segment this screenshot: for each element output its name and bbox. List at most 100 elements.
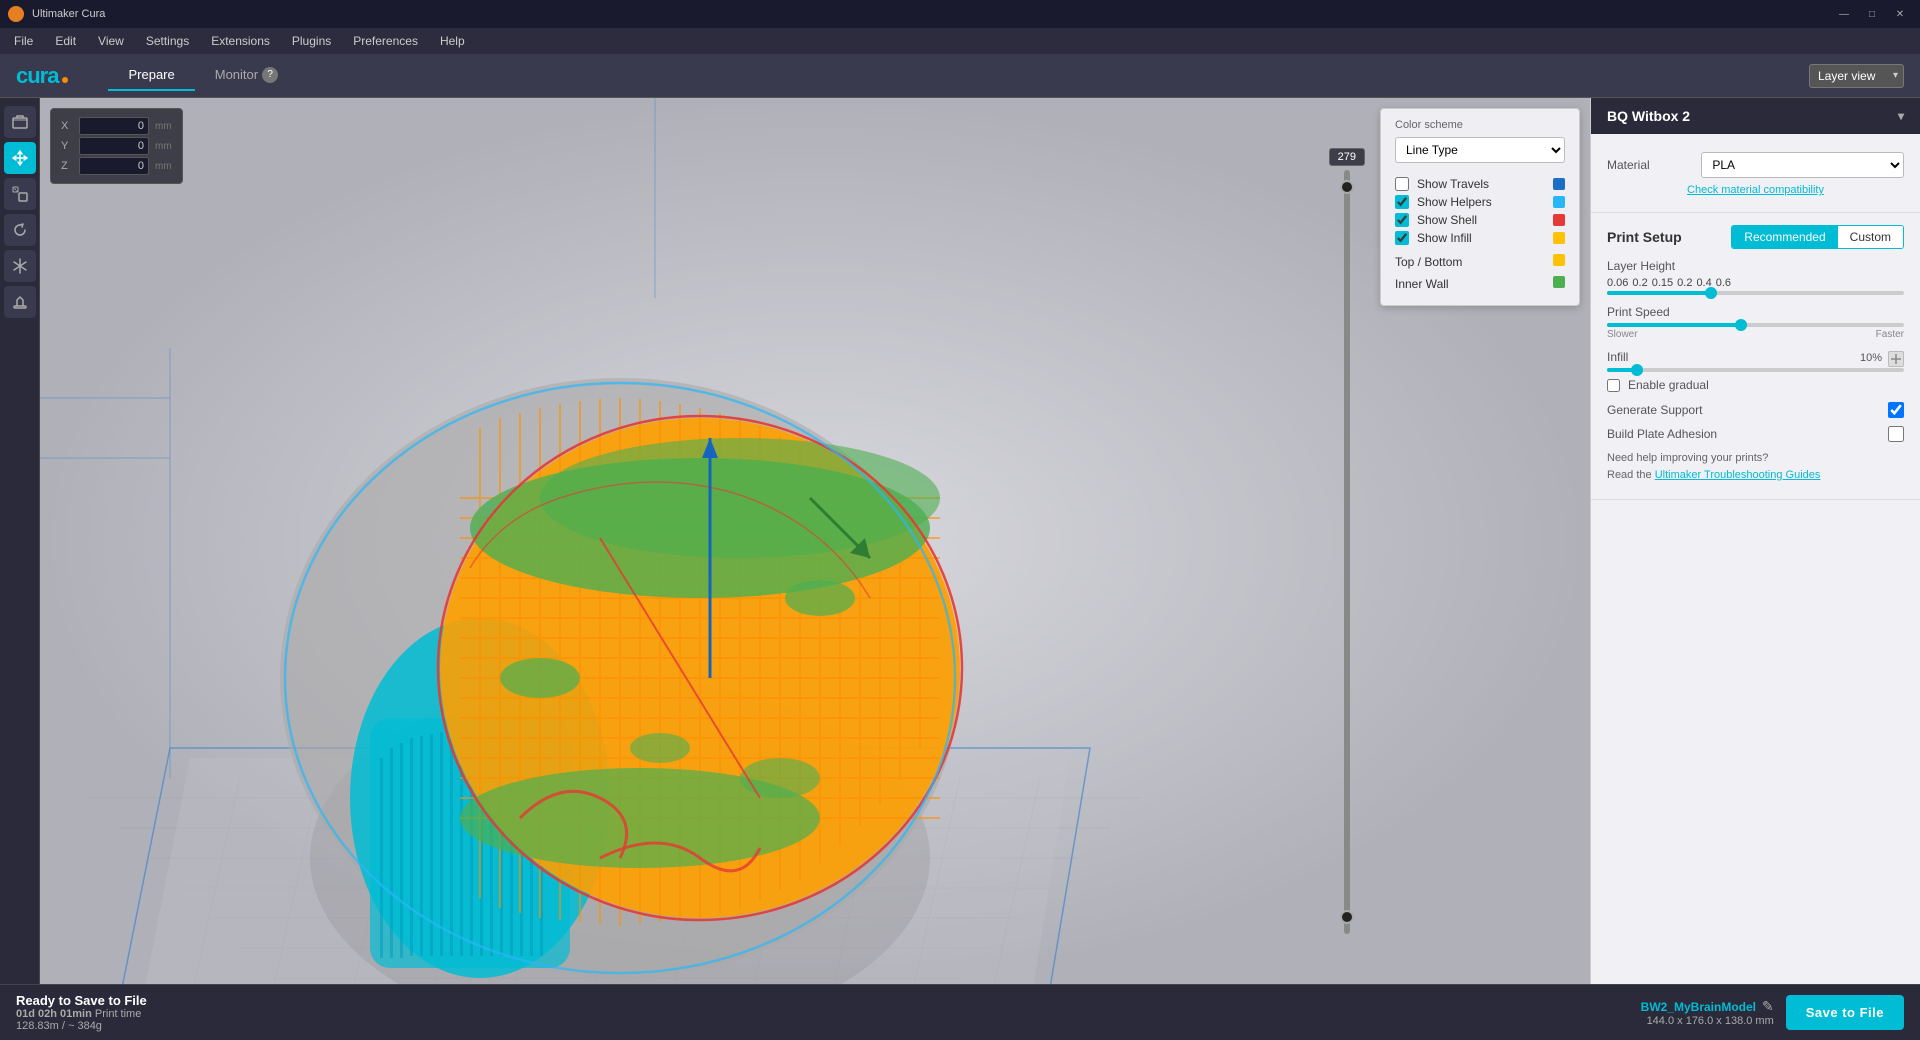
infill-expand[interactable]: [1888, 351, 1904, 367]
menu-file[interactable]: File: [4, 32, 43, 50]
help-link[interactable]: Ultimaker Troubleshooting Guides: [1655, 469, 1821, 481]
layer-height-label: Layer Height: [1607, 259, 1904, 273]
top-bottom-color-dot: [1553, 254, 1565, 266]
left-sidebar: [0, 98, 40, 984]
view-selector-wrapper: Layer view Solid view X-Ray view Wirefra…: [1809, 64, 1904, 88]
help-text: Need help improving your prints?: [1607, 452, 1768, 464]
help-link-prefix: Read the: [1607, 469, 1655, 481]
menu-view[interactable]: View: [88, 32, 134, 50]
infill-setting: Infill 10%: [1607, 350, 1904, 392]
app-icon: [8, 6, 24, 22]
close-button[interactable]: ✕: [1888, 4, 1912, 24]
printer-chevron[interactable]: ▾: [1898, 109, 1904, 123]
menu-plugins[interactable]: Plugins: [282, 32, 341, 50]
tab-recommended[interactable]: Recommended: [1732, 226, 1837, 248]
travels-color-dot: [1553, 178, 1565, 190]
color-scheme-panel: Color scheme Line Type Layer Thickness S…: [1380, 108, 1580, 306]
scale-button[interactable]: [4, 178, 36, 210]
move-button[interactable]: [4, 142, 36, 174]
x-input[interactable]: [79, 117, 149, 135]
enable-gradual-checkbox[interactable]: [1607, 379, 1620, 392]
edit-model-icon[interactable]: ✎: [1762, 998, 1774, 1015]
tab-area: Prepare Monitor ?: [108, 61, 298, 91]
show-helpers-checkbox[interactable]: [1395, 195, 1409, 209]
speed-slower-label: Slower: [1607, 329, 1638, 340]
show-shell-checkbox[interactable]: [1395, 213, 1409, 227]
show-travels-checkbox[interactable]: [1395, 177, 1409, 191]
print-setup-section: Print Setup Recommended Custom Layer Hei…: [1591, 213, 1920, 500]
window-controls: — □ ✕: [1832, 4, 1912, 24]
color-scheme-select[interactable]: Line Type Layer Thickness Speed: [1395, 137, 1565, 163]
bottom-right: BW2_MyBrainModel ✎ 144.0 x 176.0 x 138.0…: [1641, 995, 1904, 1030]
compat-link[interactable]: Check material compatibility: [1607, 184, 1904, 196]
view-select[interactable]: Layer view Solid view X-Ray view Wirefra…: [1809, 64, 1904, 88]
app: cura Prepare Monitor ? Layer view Solid …: [0, 54, 1920, 1040]
setup-tabs: Recommended Custom: [1731, 225, 1904, 249]
infill-color-dot: [1553, 232, 1565, 244]
generate-support-row: Generate Support: [1607, 402, 1904, 418]
logo-dot: [62, 77, 68, 83]
menu-preferences[interactable]: Preferences: [343, 32, 428, 50]
layer-number: 279: [1329, 148, 1365, 166]
menu-edit[interactable]: Edit: [45, 32, 86, 50]
layer-slider-track[interactable]: [1344, 170, 1350, 934]
menubar: File Edit View Settings Extensions Plugi…: [0, 28, 1920, 54]
y-unit: mm: [155, 141, 172, 152]
model-info: BW2_MyBrainModel ✎ 144.0 x 176.0 x 138.0…: [1641, 998, 1774, 1027]
infill-slider[interactable]: [1607, 368, 1904, 372]
logo: cura: [16, 63, 68, 89]
save-to-file-button[interactable]: Save to File: [1786, 995, 1904, 1030]
maximize-button[interactable]: □: [1860, 4, 1884, 24]
bottom-bar: Ready to Save to File 01d 02h 01min Prin…: [0, 984, 1920, 1040]
generate-support-checkbox[interactable]: [1888, 402, 1904, 418]
y-input[interactable]: [79, 137, 149, 155]
tab-custom[interactable]: Custom: [1838, 226, 1903, 248]
support-button[interactable]: [4, 286, 36, 318]
bottom-left: Ready to Save to File 01d 02h 01min Prin…: [16, 993, 147, 1032]
model-dims: 144.0 x 176.0 x 138.0 mm: [1641, 1015, 1774, 1027]
viewport[interactable]: X mm Y mm Z mm Color scheme: [40, 98, 1590, 984]
inner-wall-color-dot: [1553, 276, 1565, 288]
top-bottom-label: Top / Bottom: [1395, 255, 1462, 269]
show-infill-checkbox[interactable]: [1395, 231, 1409, 245]
speed-faster-label: Faster: [1876, 329, 1904, 340]
mirror-button[interactable]: [4, 250, 36, 282]
infill-handle[interactable]: [1631, 364, 1643, 376]
printer-name: BQ Witbox 2: [1607, 108, 1690, 124]
enable-gradual-label: Enable gradual: [1628, 378, 1709, 392]
right-panel: BQ Witbox 2 ▾ Material PLA ABS PETG TPU …: [1590, 98, 1920, 984]
ready-text: Ready to Save to File: [16, 993, 147, 1008]
generate-support-label: Generate Support: [1607, 403, 1702, 417]
z-input[interactable]: [79, 157, 149, 175]
enable-gradual-row: Enable gradual: [1607, 378, 1904, 392]
tab-monitor[interactable]: Monitor ?: [195, 61, 298, 91]
filament-info: 128.83m / ~ 384g: [16, 1020, 147, 1032]
print-speed-slider[interactable]: Slower Faster: [1607, 323, 1904, 340]
menu-settings[interactable]: Settings: [136, 32, 199, 50]
show-travels-label: Show Travels: [1417, 177, 1545, 191]
menu-extensions[interactable]: Extensions: [201, 32, 280, 50]
build-plate-checkbox[interactable]: [1888, 426, 1904, 442]
open-file-button[interactable]: [4, 106, 36, 138]
layer-slider-bottom-handle[interactable]: [1340, 910, 1354, 924]
layer-slider-top-handle[interactable]: [1340, 180, 1354, 194]
material-select[interactable]: PLA ABS PETG TPU: [1701, 152, 1904, 178]
topbar: cura Prepare Monitor ? Layer view Solid …: [0, 54, 1920, 98]
show-infill-label: Show Infill: [1417, 231, 1545, 245]
tab-prepare[interactable]: Prepare: [108, 61, 194, 91]
infill-label: Infill: [1607, 350, 1628, 364]
z-unit: mm: [155, 161, 172, 172]
rotate-button[interactable]: [4, 214, 36, 246]
infill-pct: 10%: [1860, 352, 1882, 364]
printer-header: BQ Witbox 2 ▾: [1591, 98, 1920, 134]
layer-height-handle[interactable]: [1705, 287, 1717, 299]
build-plate-label: Build Plate Adhesion: [1607, 427, 1717, 441]
content: X mm Y mm Z mm Color scheme: [0, 98, 1920, 984]
color-scheme-title: Color scheme: [1395, 119, 1565, 131]
minimize-button[interactable]: —: [1832, 4, 1856, 24]
print-speed-handle[interactable]: [1735, 319, 1747, 331]
material-section: Material PLA ABS PETG TPU Check material…: [1591, 134, 1920, 213]
layer-height-slider[interactable]: [1607, 291, 1904, 295]
z-label: Z: [61, 160, 73, 172]
menu-help[interactable]: Help: [430, 32, 475, 50]
